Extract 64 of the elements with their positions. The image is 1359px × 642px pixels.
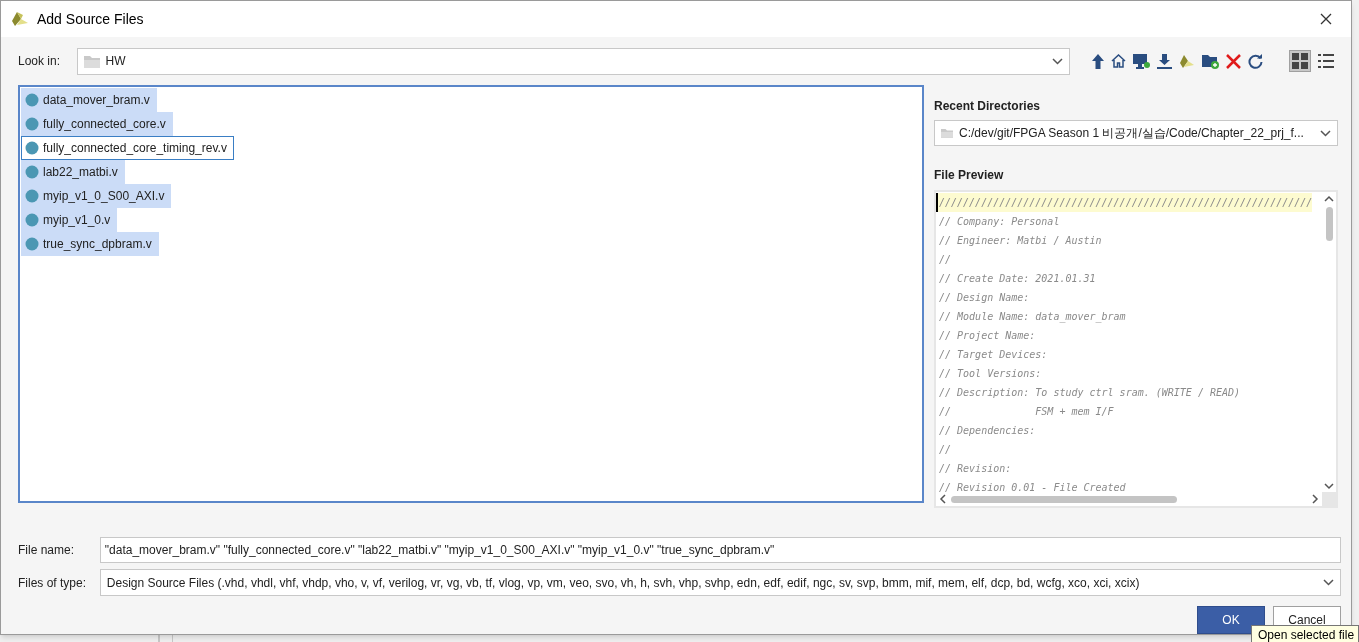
file-item[interactable]: lab22_matbi.v <box>21 160 125 184</box>
file-item[interactable]: data_mover_bram.v <box>21 88 157 112</box>
file-name-field[interactable]: "data_mover_bram.v" "fully_connected_core.v" "lab22_matbi.v" "myip_v1_0_S00_AXI.v" "myip_v1_0.v" "true_sync_dpbram.v" <box>99 537 1341 563</box>
code-line: // <box>938 253 952 267</box>
home-icon[interactable] <box>1111 54 1126 68</box>
scroll-down-icon[interactable] <box>1324 482 1334 490</box>
look-in-dropdown[interactable]: HW <box>76 47 1070 75</box>
code-line: // Dependencies: <box>938 424 1036 438</box>
code-line: // Create Date: 2021.01.31 <box>938 272 1096 286</box>
scroll-right-icon[interactable] <box>1311 494 1319 504</box>
chevron-down-icon <box>1323 579 1334 586</box>
files-of-type-dropdown[interactable]: Design Source Files (.vhd, vhdl, vhf, vhdp, vho, v, vf, verilog, vr, vg, vb, tf, vlog, vp, vm, veo, svo, vh, h, svh, vhp, svhp, edn, edf, edif, ngc, sv, svp, bmm, mif, mem, elf, dcp, bd, wcfg, xco, xci, xcix) <box>99 569 1341 596</box>
close-icon <box>1320 13 1332 25</box>
code-line: // Design Name: <box>938 291 1030 305</box>
monitor-icon[interactable] <box>1133 53 1150 69</box>
code-line: // Project Name: <box>938 329 1036 343</box>
file-icon <box>25 213 39 227</box>
folder-icon <box>83 54 100 68</box>
code-line: // <box>938 443 952 457</box>
file-icon <box>25 117 39 131</box>
file-name-label: File name: <box>18 542 76 559</box>
file-item[interactable]: fully_connected_core.v <box>21 112 173 136</box>
code-line: // FSM + mem I/F <box>938 405 1114 419</box>
grid-view-button[interactable] <box>1289 50 1311 72</box>
scrollbar-thumb[interactable] <box>951 495 1177 503</box>
code-line: // Tool Versions: <box>938 367 1042 381</box>
code-line: // Company: Personal <box>938 215 1060 229</box>
file-item[interactable]: true_sync_dpbram.v <box>21 232 159 256</box>
file-icon <box>25 141 39 155</box>
file-preview-label: File Preview <box>934 167 1005 184</box>
recent-directories-dropdown[interactable]: C:/dev/git/FPGA Season 1 비공개/실습/Code/Chapter_22_prj_f... <box>934 120 1338 146</box>
file-item[interactable]: fully_connected_core_timing_rev.v <box>21 136 234 160</box>
code-line: // Module Name: data_mover_bram <box>938 310 1126 325</box>
chevron-down-icon <box>1052 57 1063 65</box>
file-icon <box>25 165 39 179</box>
app-logo-icon <box>11 11 29 27</box>
vertical-scrollbar[interactable] <box>1322 192 1336 492</box>
delete-icon[interactable] <box>1226 53 1241 69</box>
folder-icon <box>941 128 953 138</box>
window-title: Add Source Files <box>37 9 144 29</box>
file-icon <box>25 237 39 251</box>
file-icon <box>25 93 39 107</box>
file-item[interactable]: myip_v1_0.v <box>21 208 118 232</box>
file-item[interactable]: myip_v1_0_S00_AXI.v <box>21 184 172 208</box>
scrollbar-thumb[interactable] <box>1325 207 1333 241</box>
code-line: // Revision 0.01 - File Created <box>938 481 1126 492</box>
refresh-icon[interactable] <box>1248 53 1263 69</box>
code-line: // Target Devices: <box>938 348 1048 362</box>
up-arrow-icon[interactable] <box>1092 53 1104 69</box>
tooltip: Open selected file <box>1251 625 1359 642</box>
scroll-left-icon[interactable] <box>939 494 947 504</box>
code-line: // Description: To study ctrl sram. (WRITE / READ) <box>938 386 1241 400</box>
file-icon <box>25 189 39 203</box>
look-in-label: Look in: <box>18 53 62 70</box>
download-icon[interactable] <box>1157 53 1172 69</box>
scroll-up-icon[interactable] <box>1324 195 1334 203</box>
horizontal-scrollbar[interactable] <box>936 492 1322 506</box>
logo-icon[interactable] <box>1179 53 1195 69</box>
code-line: // Revision: <box>938 462 1012 476</box>
new-folder-icon[interactable] <box>1202 53 1219 69</box>
chevron-down-icon <box>1320 129 1331 137</box>
code-line: // Engineer: Matbi / Austin <box>938 234 1102 248</box>
files-of-type-label: Files of type: <box>18 574 88 592</box>
recent-directories-label: Recent Directories <box>934 98 1042 115</box>
